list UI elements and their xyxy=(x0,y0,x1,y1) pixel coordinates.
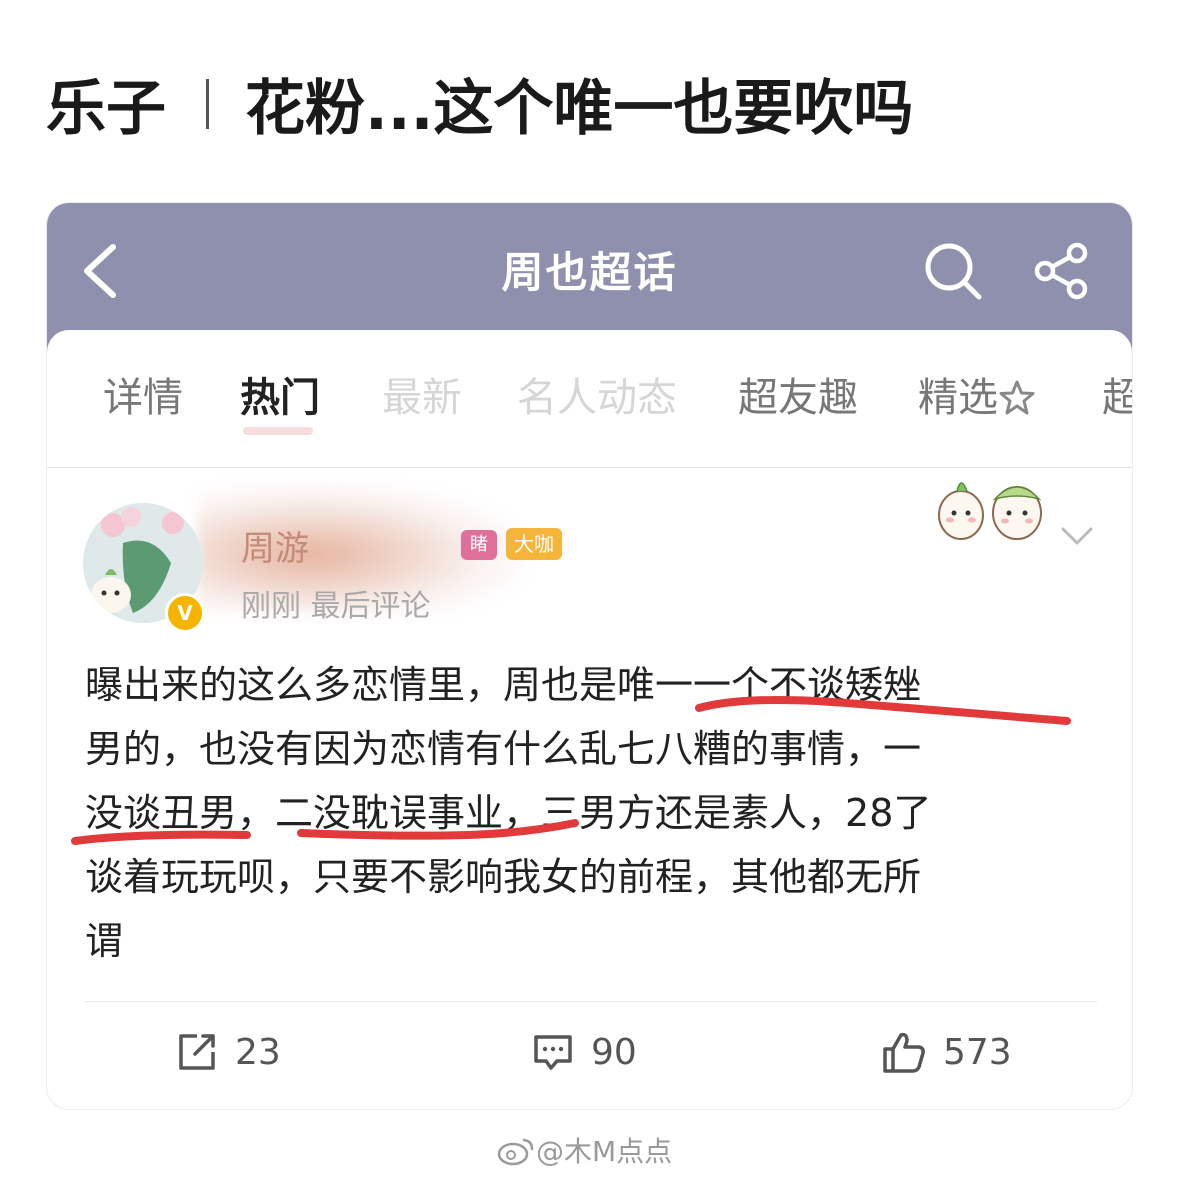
watermark: @木M点点 xyxy=(496,1130,672,1170)
search-icon[interactable] xyxy=(921,239,985,303)
headline-title: 花粉...这个唯一也要吹吗 xyxy=(245,74,914,144)
user-title-badge: 大咖 xyxy=(506,528,562,560)
tab-fan-fun[interactable]: 超友趣 xyxy=(738,365,858,423)
post-meta: 刚刚 最后评论 xyxy=(241,589,431,624)
tab-featured[interactable]: 精选 xyxy=(918,365,1036,423)
verified-badge-icon: V xyxy=(165,593,205,633)
post-line-4: 谈着玩玩呗，只要不影响我女的前程，其他都无所 xyxy=(85,855,922,899)
mascot-sticker-icon xyxy=(931,465,1051,545)
tab-featured-label: 精选 xyxy=(918,375,998,421)
repost-icon xyxy=(179,1034,215,1070)
tab-hot[interactable]: 热门 xyxy=(240,365,320,423)
share-icon[interactable] xyxy=(1031,241,1091,301)
post-text: ，三男方还是素人，28了 xyxy=(503,791,932,835)
post-body: 曝出来的这么多恋情里，周也是唯一一个不谈矮矬 男的，也没有因为恋情有什么乱七八糟… xyxy=(85,653,1095,973)
post-line-2: 男的，也没有因为恋情有什么乱七八糟的事情，一 xyxy=(85,727,922,771)
thumbs-up-icon xyxy=(883,1032,925,1073)
post-text: 曝出来的这么多恋情里，周也是 xyxy=(85,663,618,707)
watermark-text: @木M点点 xyxy=(536,1135,673,1168)
post-line-3: 没谈丑男，二没耽误事业，三男方还是素人，28了 xyxy=(85,781,1095,845)
star-icon xyxy=(999,380,1035,415)
highlighted-phrase: 唯一一个不谈矮矬 xyxy=(617,663,922,707)
user-level-badge: 睹 xyxy=(461,530,497,560)
tab-latest[interactable]: 最新 xyxy=(382,365,462,423)
tab-celebrity-news[interactable]: 名人动态 xyxy=(517,365,677,423)
headline-divider xyxy=(206,78,209,129)
post-line-1: 曝出来的这么多恋情里，周也是唯一一个不谈矮矬 xyxy=(85,653,1095,717)
chevron-down-icon[interactable] xyxy=(1057,521,1097,551)
tab-bar: 详情 热门 最新 名人动态 超友趣 精选 超 xyxy=(47,365,1132,425)
active-tab-indicator xyxy=(243,427,313,435)
post-line-5: 谓 xyxy=(85,919,124,963)
highlighted-phrase: 二没耽误事业 xyxy=(275,791,504,835)
action-divider xyxy=(85,1001,1097,1002)
tab-more[interactable]: 超 xyxy=(1102,365,1132,423)
tab-details[interactable]: 详情 xyxy=(103,365,183,423)
comment-count: 90 xyxy=(591,1031,637,1073)
user-name[interactable]: 周游 xyxy=(241,521,309,570)
weibo-logo-icon xyxy=(497,1138,534,1166)
like-count: 573 xyxy=(943,1031,1012,1073)
comment-icon xyxy=(534,1035,572,1070)
highlighted-phrase: 没谈丑男 xyxy=(85,791,238,835)
headline-tag: 乐子 xyxy=(46,74,166,144)
repost-button[interactable]: 23 xyxy=(175,1025,281,1079)
repost-count: 23 xyxy=(235,1031,281,1073)
like-button[interactable]: 573 xyxy=(881,1025,1012,1079)
headline: 乐子 花粉...这个唯一也要吹吗 xyxy=(46,60,913,147)
post-text: ， xyxy=(237,791,276,835)
comment-button[interactable]: 90 xyxy=(531,1025,637,1079)
screenshot-card: 周也超话 详情 热门 最新 名人动态 超友趣 精选 超 V 周游 睹 大咖 刚刚… xyxy=(47,203,1132,1109)
